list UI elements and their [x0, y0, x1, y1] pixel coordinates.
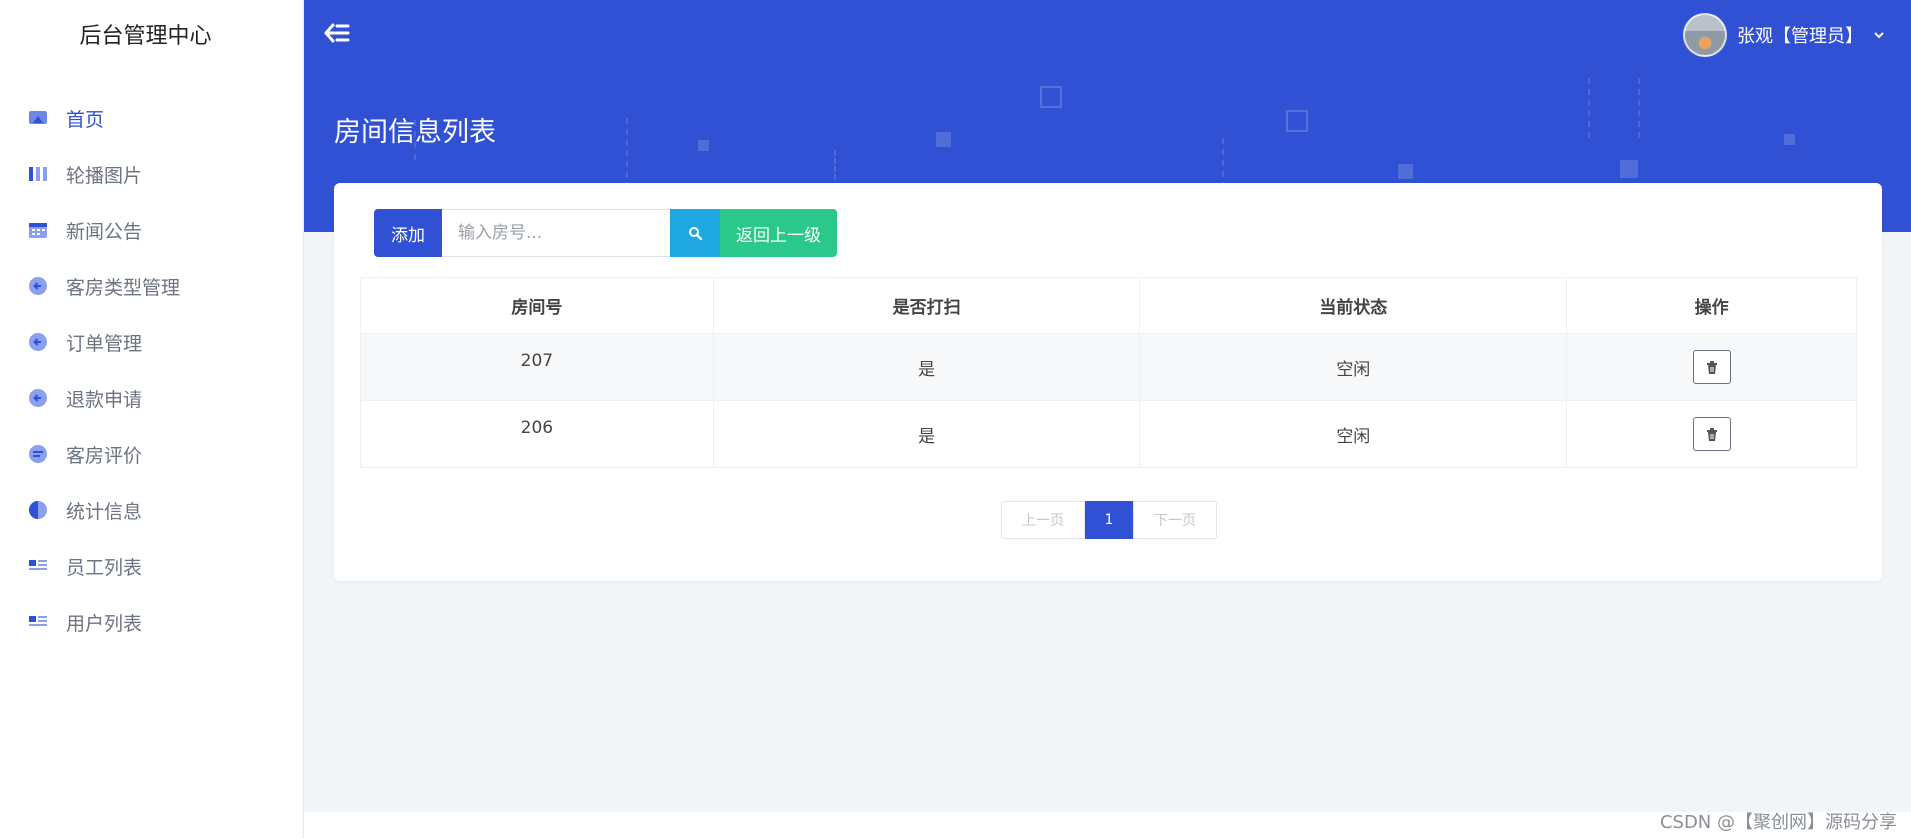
cell-actions — [1566, 400, 1857, 468]
sidebar-item-label: 客房类型管理 — [66, 276, 181, 299]
next-page-button[interactable]: 下一页 — [1133, 501, 1217, 539]
sidebar-item-label: 员工列表 — [66, 556, 143, 579]
trash-icon — [1706, 427, 1717, 441]
sidebar-item-label: 首页 — [66, 108, 105, 131]
watermark: CSDN @【聚创网】源码分享 — [1659, 812, 1897, 833]
sidebar: 后台管理中心 首页 轮播图片 新闻公告 客房类型管理 订单管理 退款申请 客房评… — [0, 0, 304, 838]
decorative-line — [1222, 138, 1224, 188]
sidebar-item-room-types[interactable]: 客房类型管理 — [0, 258, 303, 314]
sidebar-item-orders[interactable]: 订单管理 — [0, 314, 303, 370]
column-header-status: 当前状态 — [1139, 277, 1568, 334]
brand-title: 后台管理中心 — [79, 24, 212, 49]
cell-status: 空闲 — [1139, 400, 1568, 468]
cell-status: 空闲 — [1139, 333, 1568, 401]
decorative-line — [1638, 78, 1640, 138]
pie-chart-icon — [28, 500, 48, 520]
carousel-icon — [28, 164, 48, 184]
sidebar-item-news[interactable]: 新闻公告 — [0, 202, 303, 258]
pagination: 上一页 1 下一页 — [1001, 501, 1217, 539]
sidebar-item-label: 订单管理 — [66, 332, 143, 355]
column-header-cleaned: 是否打扫 — [712, 277, 1141, 334]
sidebar-item-users[interactable]: 用户列表 — [0, 594, 303, 650]
arrow-left-circle-icon — [28, 332, 48, 352]
table-row: 206 是 空闲 — [360, 400, 1857, 468]
sidebar-item-label: 退款申请 — [66, 388, 143, 411]
cell-actions — [1566, 333, 1857, 401]
sidebar-item-label: 客房评价 — [66, 444, 143, 467]
decorative-line — [626, 118, 628, 188]
collapse-arrow-icon — [324, 23, 350, 43]
room-table: 房间号 是否打扫 当前状态 操作 207 是 空闲 206 是 空闲 — [360, 277, 1857, 468]
sidebar-item-statistics[interactable]: 统计信息 — [0, 482, 303, 538]
sidebar-item-home[interactable]: 首页 — [0, 90, 303, 146]
decorative-square — [1620, 160, 1638, 178]
cell-room-number: 206 — [360, 400, 714, 468]
home-icon — [28, 108, 48, 128]
room-search-input[interactable] — [442, 209, 670, 257]
decorative-square — [1040, 86, 1062, 108]
sidebar-item-label: 用户列表 — [66, 612, 143, 635]
add-button[interactable]: 添加 — [374, 209, 442, 257]
sidebar-item-staff[interactable]: 员工列表 — [0, 538, 303, 594]
decorative-square — [1398, 164, 1413, 179]
sidebar-toggle-button[interactable] — [322, 20, 352, 46]
sidebar-nav: 首页 轮播图片 新闻公告 客房类型管理 订单管理 退款申请 客房评价 统计信息 … — [0, 90, 303, 650]
list-icon — [28, 612, 48, 632]
toolbar: 添加 返回上一级 — [374, 209, 837, 257]
chevron-down-icon — [1874, 32, 1884, 39]
sidebar-item-refunds[interactable]: 退款申请 — [0, 370, 303, 426]
sidebar-item-label: 新闻公告 — [66, 220, 143, 243]
user-menu[interactable]: 张观【管理员】 — [1683, 13, 1885, 57]
column-header-actions: 操作 — [1566, 277, 1857, 334]
avatar — [1683, 13, 1727, 57]
column-header-room-number: 房间号 — [360, 277, 714, 334]
sidebar-item-carousel[interactable]: 轮播图片 — [0, 146, 303, 202]
sidebar-item-reviews[interactable]: 客房评价 — [0, 426, 303, 482]
sidebar-item-label: 统计信息 — [66, 500, 143, 523]
search-icon — [688, 226, 702, 240]
back-button[interactable]: 返回上一级 — [720, 209, 837, 257]
decorative-square — [1784, 134, 1795, 145]
table-header-row: 房间号 是否打扫 当前状态 操作 — [360, 277, 1857, 334]
content-card: 添加 返回上一级 房间号 是否打扫 当前状态 操作 207 是 空闲 — [334, 183, 1882, 581]
decorative-square — [1286, 110, 1308, 132]
delete-button[interactable] — [1692, 350, 1731, 384]
cell-cleaned: 是 — [712, 400, 1141, 468]
decorative-square — [936, 132, 951, 147]
trash-icon — [1706, 360, 1717, 374]
search-button[interactable] — [670, 209, 720, 257]
arrow-left-circle-icon — [28, 388, 48, 408]
prev-page-button[interactable]: 上一页 — [1001, 501, 1085, 539]
cell-room-number: 207 — [360, 333, 714, 401]
page-1-button[interactable]: 1 — [1085, 501, 1133, 539]
comment-icon — [28, 444, 48, 464]
sidebar-item-label: 轮播图片 — [66, 164, 143, 187]
arrow-left-circle-icon — [28, 276, 48, 296]
delete-button[interactable] — [1692, 417, 1731, 451]
decorative-line — [1588, 78, 1590, 138]
decorative-square — [698, 140, 709, 151]
table-row: 207 是 空闲 — [360, 333, 1857, 401]
user-name: 张观【管理员】 — [1737, 26, 1863, 47]
decorative-line — [834, 150, 836, 180]
cell-cleaned: 是 — [712, 333, 1141, 401]
calendar-icon — [28, 220, 48, 240]
list-icon — [28, 556, 48, 576]
page-title: 房间信息列表 — [334, 117, 496, 148]
